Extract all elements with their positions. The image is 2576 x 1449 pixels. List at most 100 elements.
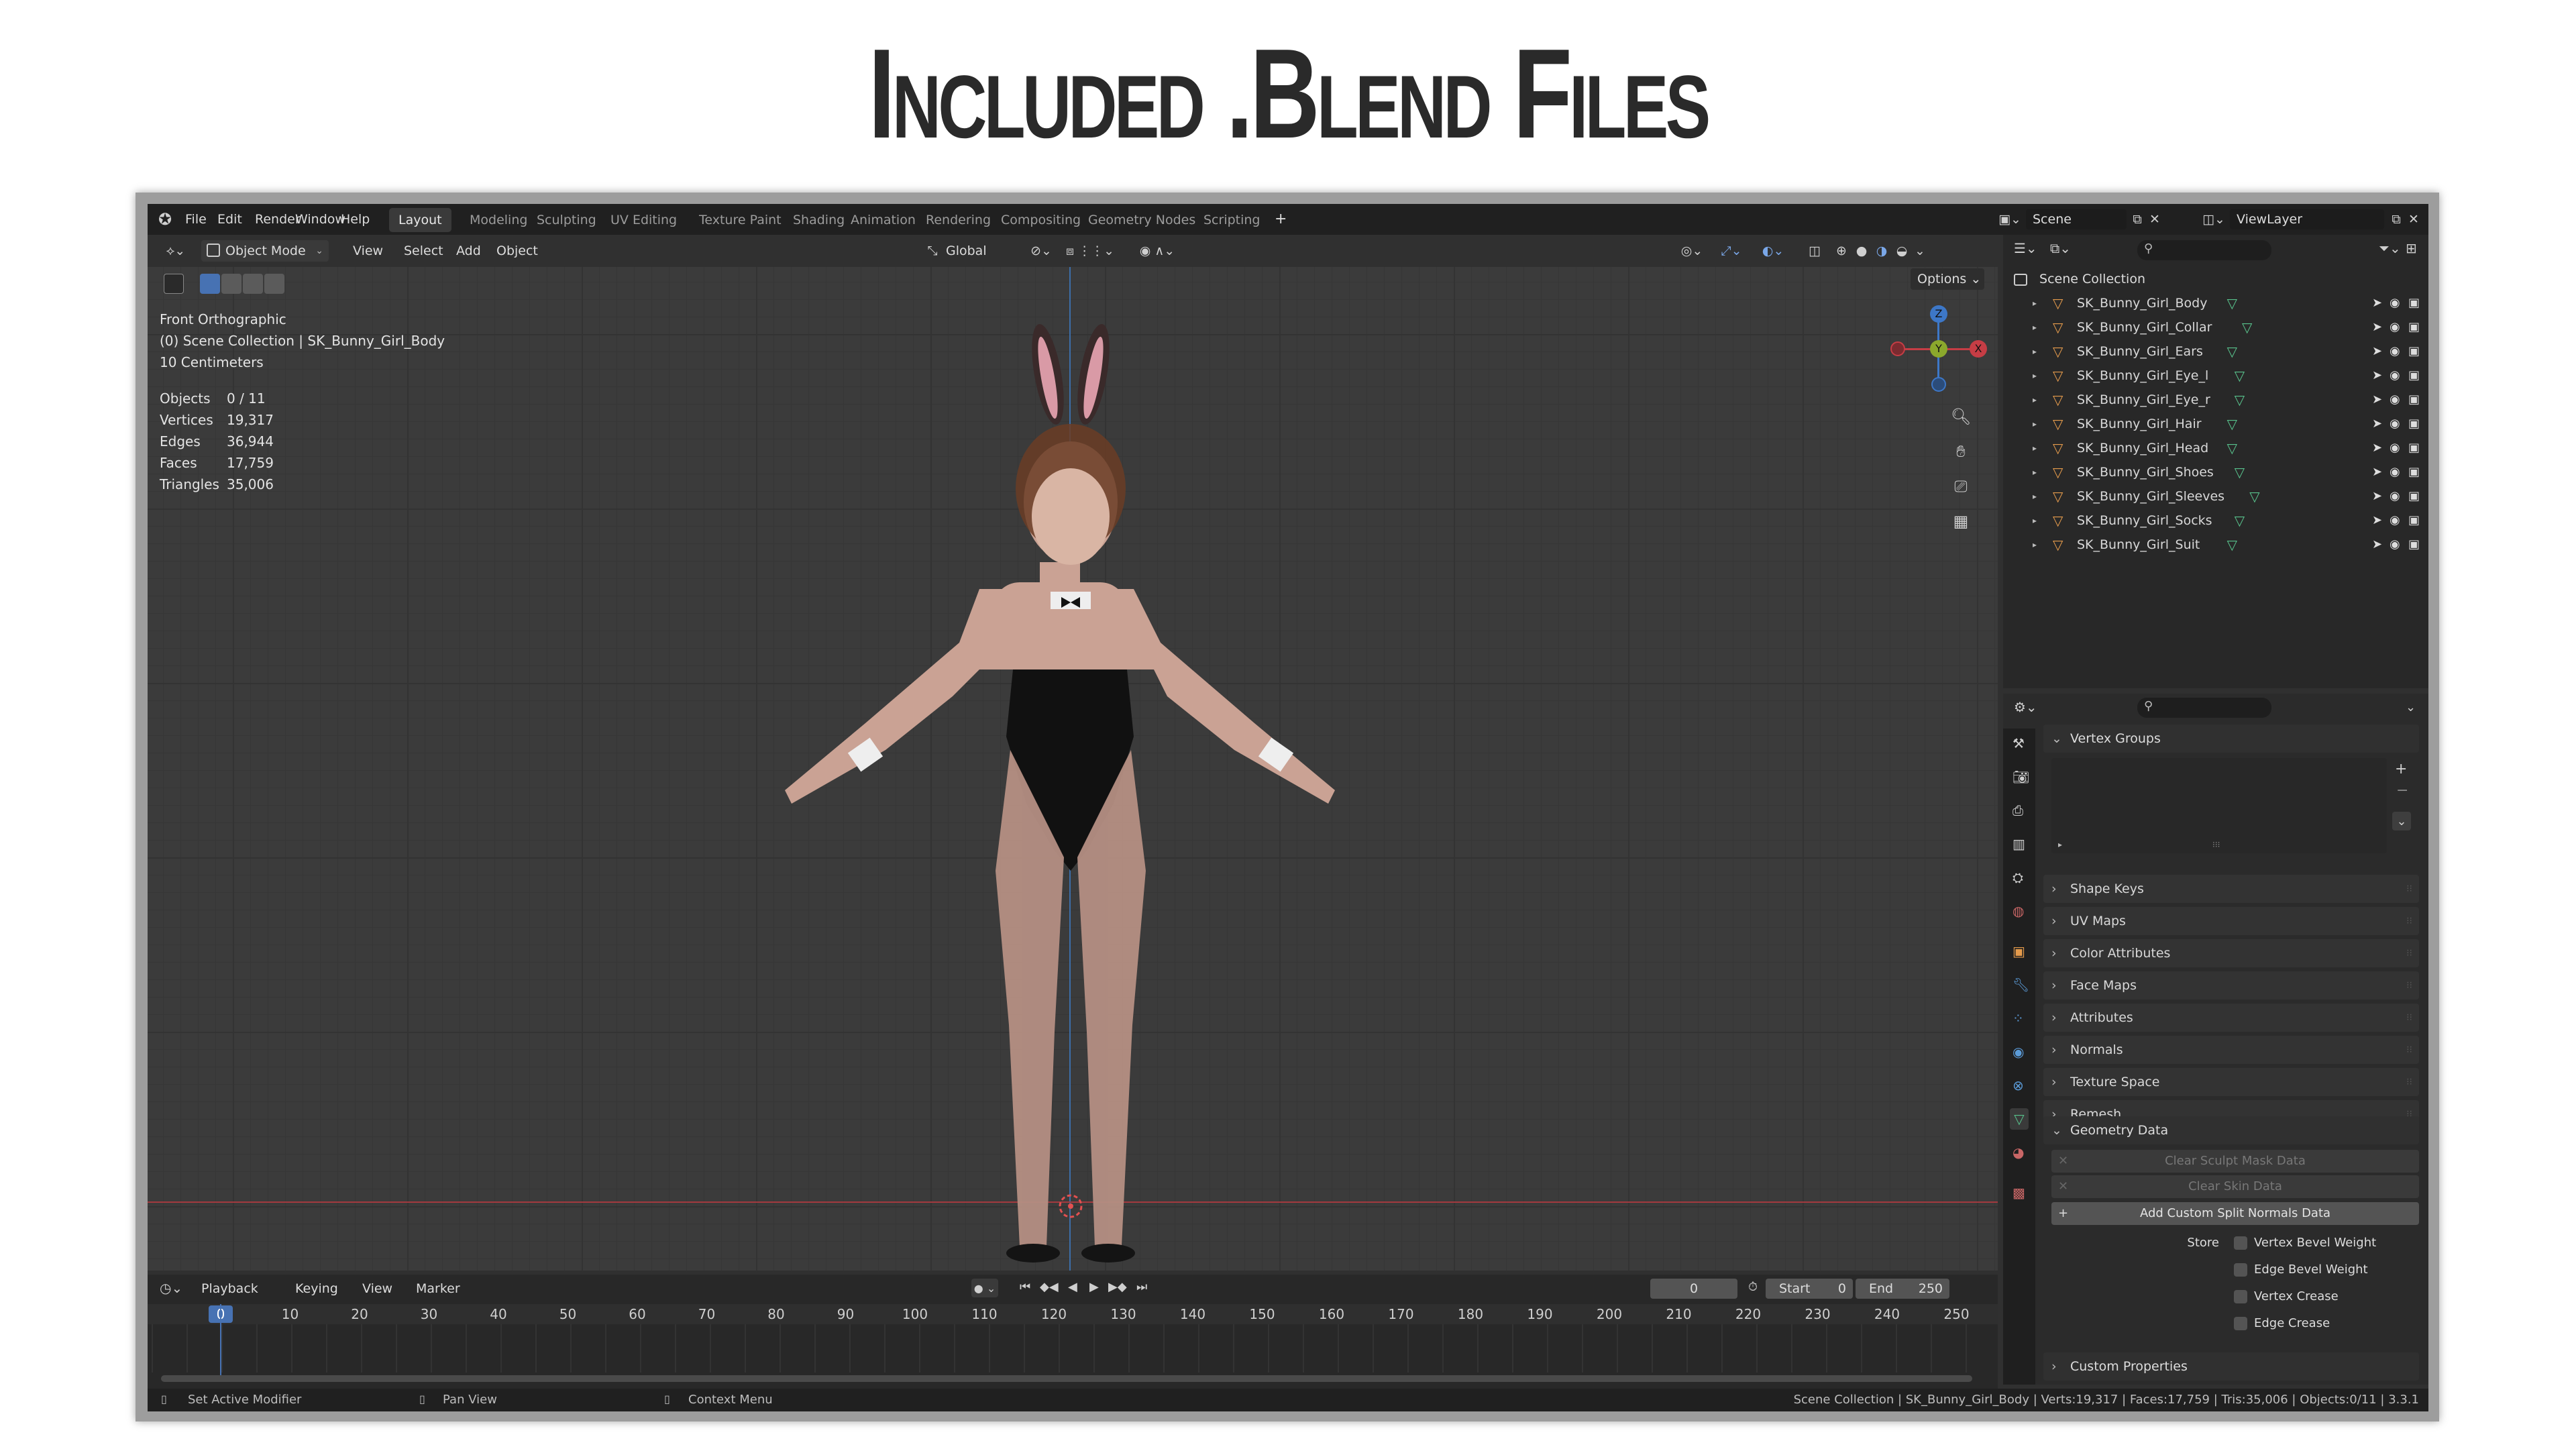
xray-icon[interactable]: ◫ <box>1805 235 1825 266</box>
eye-icon[interactable]: ◉ <box>2390 339 2400 364</box>
world-tab-icon[interactable]: ◍ <box>2012 903 2024 919</box>
jump-next-key-icon[interactable]: ▶◆ <box>1108 1280 1127 1294</box>
clear-skin-data-button[interactable]: ✕ Clear Skin Data <box>2051 1175 2419 1198</box>
scene-icon[interactable]: ▣⌄ <box>1996 204 2023 235</box>
outliner-item[interactable]: ▸ ▽ SK_Bunny_Girl_Eye_l ▽ ➤ ◉ ▣ <box>2003 364 2428 388</box>
select-toggle-icon[interactable]: ➤ <box>2372 436 2382 460</box>
end-frame-field[interactable]: End 250 <box>1856 1279 1949 1299</box>
modifier-tab-icon[interactable]: 🔧︎ <box>2012 977 2029 993</box>
timeline-scrollbar[interactable] <box>161 1375 1972 1382</box>
store-option[interactable]: Vertex Crease <box>2234 1285 2339 1308</box>
filter-icon[interactable]: ⏷⌄ <box>2379 240 2401 256</box>
outliner-editor-icon[interactable]: ☰⌄ <box>2014 240 2037 256</box>
select-toggle-icon[interactable]: ➤ <box>2372 339 2382 364</box>
tab-geometry-nodes[interactable]: Geometry Nodes <box>1079 208 1205 232</box>
camera-render-icon[interactable]: ▣ <box>2408 291 2420 315</box>
store-option[interactable]: Edge Bevel Weight <box>2234 1258 2368 1281</box>
data-tab-icon[interactable]: ▽ <box>2010 1108 2029 1130</box>
shading-material-icon[interactable]: ◑ <box>1872 235 1892 266</box>
panel-face-maps[interactable]: › Face Maps ⁝⁝ <box>2043 971 2419 1000</box>
properties-options-icon[interactable]: ⌄ <box>2406 700 2416 714</box>
tab-modeling[interactable]: Modeling <box>460 208 537 232</box>
remove-vertex-group-icon[interactable]: − <box>2396 782 2408 799</box>
custom-properties-panel[interactable]: › Custom Properties <box>2043 1352 2419 1381</box>
tab-sculpting[interactable]: Sculpting <box>527 208 606 232</box>
viewport-3d[interactable]: Front Orthographic (0) Scene Collection … <box>148 267 1998 1271</box>
timeline-menu-keying[interactable]: Keying <box>295 1279 338 1299</box>
mode-dropdown[interactable]: Object Mode ⌄ <box>201 240 329 262</box>
tab-animation[interactable]: Animation <box>841 208 925 232</box>
add-custom-split-normals-button[interactable]: + Add Custom Split Normals Data <box>2051 1202 2419 1225</box>
start-frame-field[interactable]: Start 0 <box>1766 1279 1853 1299</box>
texture-tab-icon[interactable]: ▩ <box>2012 1185 2025 1201</box>
expand-arrow-icon[interactable]: ▸ <box>2033 291 2037 315</box>
camera-render-icon[interactable]: ▣ <box>2408 508 2420 533</box>
properties-search-input[interactable]: ⚲ <box>2137 698 2271 718</box>
panel-attributes[interactable]: › Attributes ⁝⁝ <box>2043 1004 2419 1032</box>
play-reverse-icon[interactable]: ◀ <box>1068 1280 1077 1294</box>
drag-handle-icon[interactable]: ⁝⁝ <box>2406 875 2412 903</box>
constraints-tab-icon[interactable]: ⊗ <box>2012 1077 2024 1093</box>
outliner-root[interactable]: Scene Collection <box>2014 268 2145 290</box>
select-toggle-icon[interactable]: ➤ <box>2372 315 2382 339</box>
outliner-item[interactable]: ▸ ▽ SK_Bunny_Girl_Collar ▽ ➤ ◉ ▣ <box>2003 315 2428 339</box>
shading-wireframe-icon[interactable]: ⊕ <box>1831 235 1851 266</box>
outliner-item[interactable]: ▸ ▽ SK_Bunny_Girl_Socks ▽ ➤ ◉ ▣ <box>2003 508 2428 533</box>
timeline-menu-view[interactable]: View <box>362 1279 392 1299</box>
drag-handle-icon[interactable]: ⁝⁝ <box>2406 971 2412 1000</box>
output-tab-icon[interactable]: ⎙ <box>2012 802 2023 818</box>
timeline-menu-marker[interactable]: Marker <box>416 1279 460 1299</box>
camera-render-icon[interactable]: ▣ <box>2408 436 2420 460</box>
viewport-menu-select[interactable]: Select <box>404 235 443 266</box>
viewport-menu-add[interactable]: Add <box>456 235 481 266</box>
transform-orientation-icon[interactable]: ⤡ <box>922 235 943 266</box>
outliner-item[interactable]: ▸ ▽ SK_Bunny_Girl_Suit ▽ ➤ ◉ ▣ <box>2003 533 2428 557</box>
camera-render-icon[interactable]: ▣ <box>2408 388 2420 412</box>
checkbox[interactable] <box>2234 1263 2247 1277</box>
view-layer-icon[interactable]: ◫⌄ <box>2200 204 2227 235</box>
camera-render-icon[interactable]: ▣ <box>2408 533 2420 557</box>
new-collection-icon[interactable]: ⊞ <box>2406 240 2417 256</box>
camera-render-icon[interactable]: ▣ <box>2408 315 2420 339</box>
vertex-group-specials-icon[interactable]: ⌄ <box>2392 812 2411 830</box>
select-toggle-icon[interactable]: ➤ <box>2372 533 2382 557</box>
checkbox[interactable] <box>2234 1290 2247 1303</box>
select-toggle-icon[interactable]: ➤ <box>2372 508 2382 533</box>
checkbox[interactable] <box>2234 1317 2247 1330</box>
menu-window[interactable]: Window <box>295 204 345 235</box>
new-view-layer-icon[interactable]: ⧉ <box>2388 204 2404 235</box>
outliner-item[interactable]: ▸ ▽ SK_Bunny_Girl_Body ▽ ➤ ◉ ▣ <box>2003 291 2428 315</box>
remove-scene-icon[interactable]: ✕ <box>2147 204 2163 235</box>
expand-arrow-icon[interactable]: ▸ <box>2033 412 2037 436</box>
select-toggle-icon[interactable]: ➤ <box>2372 484 2382 508</box>
expand-arrow-icon[interactable]: ▸ <box>2033 533 2037 557</box>
eye-icon[interactable]: ◉ <box>2390 412 2400 436</box>
scene-tab-icon[interactable]: ⛭ <box>2012 869 2023 885</box>
view-layer-selector[interactable]: ViewLayer <box>2230 209 2384 229</box>
jump-prev-key-icon[interactable]: ◆◀ <box>1040 1280 1059 1294</box>
vertex-groups-panel[interactable]: ⌄ Vertex Groups <box>2043 724 2419 753</box>
tab-compositing[interactable]: Compositing <box>991 208 1090 232</box>
eye-icon[interactable]: ◉ <box>2390 291 2400 315</box>
eye-icon[interactable]: ◉ <box>2390 315 2400 339</box>
outliner-item[interactable]: ▸ ▽ SK_Bunny_Girl_Hair ▽ ➤ ◉ ▣ <box>2003 412 2428 436</box>
viewport-menu-object[interactable]: Object <box>496 235 538 266</box>
display-mode-icon[interactable]: ⧉⌄ <box>2050 240 2071 256</box>
expand-arrow-icon[interactable]: ▸ <box>2033 508 2037 533</box>
playhead[interactable] <box>220 1304 221 1378</box>
expand-arrow-icon[interactable]: ▸ <box>2033 315 2037 339</box>
visibility-icon[interactable]: ◎⌄ <box>1677 235 1707 266</box>
timeline-editor-icon[interactable]: ◷⌄ <box>160 1280 182 1296</box>
orientation-dropdown[interactable]: Global <box>946 235 987 266</box>
character-model[interactable] <box>148 267 1998 1271</box>
shading-options-icon[interactable]: ⌄ <box>1913 235 1927 266</box>
properties-editor-icon[interactable]: ⚙⌄ <box>2014 699 2037 715</box>
tab-rendering[interactable]: Rendering <box>916 208 1000 232</box>
expand-arrow-icon[interactable]: ▸ <box>2033 460 2037 484</box>
select-toggle-icon[interactable]: ➤ <box>2372 412 2382 436</box>
shading-rendered-icon[interactable]: ◒ <box>1892 235 1912 266</box>
current-frame-field[interactable]: 0 <box>1650 1279 1737 1299</box>
object-tab-icon[interactable]: ▣ <box>2012 943 2025 959</box>
eye-icon[interactable]: ◉ <box>2390 460 2400 484</box>
stopwatch-icon[interactable]: ⏱ <box>1748 1280 1758 1294</box>
